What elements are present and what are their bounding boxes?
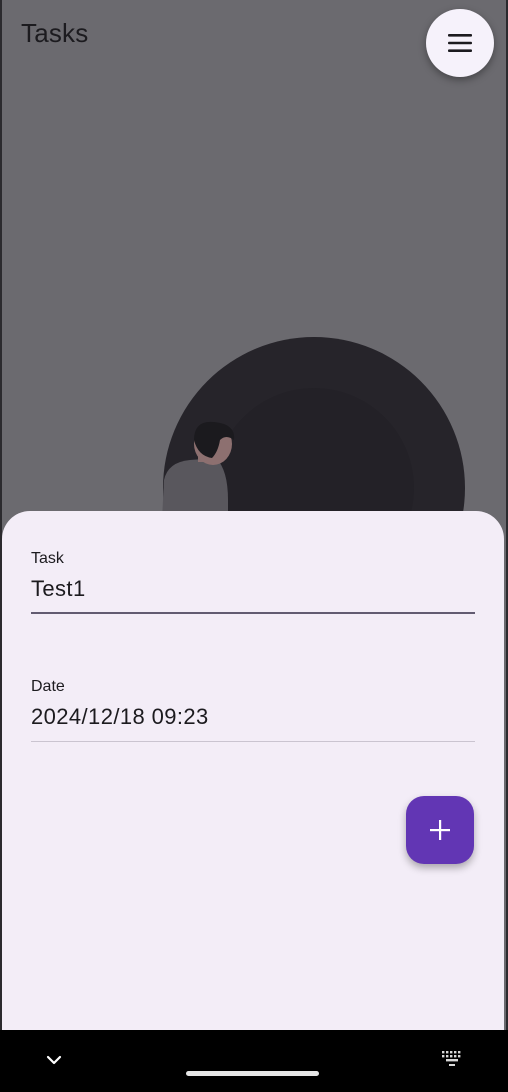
empty-state-illustration: [162, 337, 465, 520]
keyboard-icon[interactable]: [440, 1049, 464, 1069]
add-task-button[interactable]: [406, 796, 474, 864]
date-field-label: Date: [31, 678, 65, 695]
illustration-person-hair: [194, 421, 235, 458]
illustration-inner-shade: [214, 388, 414, 520]
plus-icon: [430, 820, 450, 840]
hamburger-menu-icon: [448, 34, 472, 52]
add-task-bottom-sheet: Task Test1 Date 2024/12/18 09:23: [2, 511, 504, 1030]
task-input[interactable]: Test1: [31, 575, 475, 603]
date-input[interactable]: 2024/12/18 09:23: [31, 703, 475, 731]
system-navigation-bar: [0, 1030, 508, 1092]
date-field-underline: [31, 741, 475, 742]
app-title: Tasks: [21, 18, 89, 48]
task-field-label: Task: [31, 550, 64, 567]
task-field-underline: [31, 612, 475, 614]
illustration-dark-circle: [163, 337, 465, 520]
illustration-person-neck: [198, 446, 214, 462]
task-field[interactable]: Task Test1: [31, 549, 475, 614]
illustration-person-face: [194, 423, 232, 465]
menu-button[interactable]: [426, 9, 494, 77]
home-gesture-handle[interactable]: [186, 1071, 319, 1076]
screen: Tasks Task Test1 Date 2024/12/18 09:23: [0, 0, 508, 1092]
date-field[interactable]: Date 2024/12/18 09:23: [31, 677, 475, 742]
chevron-down-icon[interactable]: [42, 1048, 66, 1072]
